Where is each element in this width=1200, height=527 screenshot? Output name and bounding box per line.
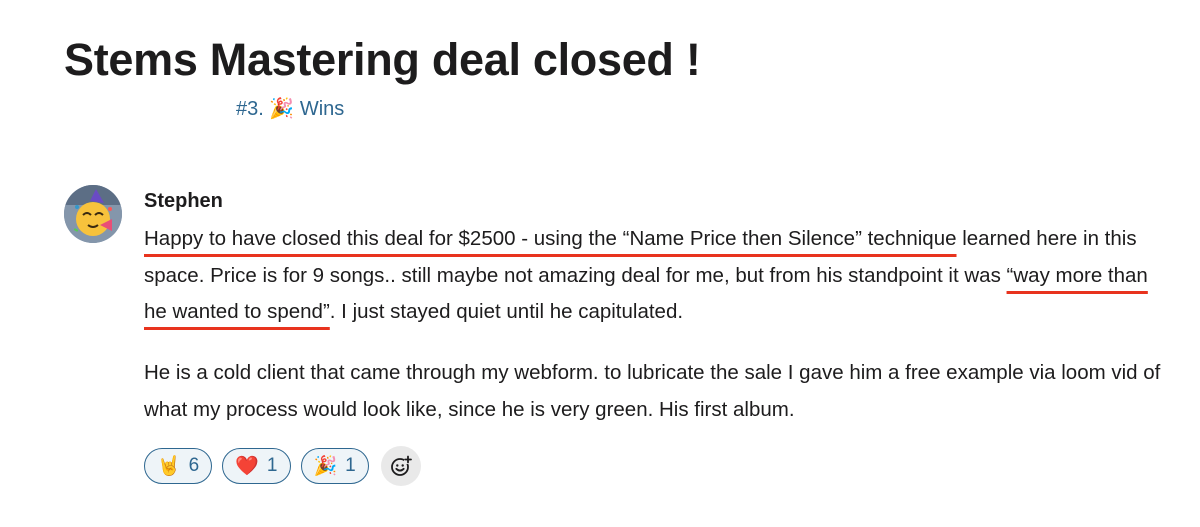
reaction-heart[interactable]: ❤️ 1 bbox=[222, 448, 291, 484]
reaction-rock-on[interactable]: 🤘 6 bbox=[144, 448, 213, 484]
channel-link[interactable]: #3. 🎉 Wins bbox=[236, 96, 344, 121]
reaction-count: 6 bbox=[188, 455, 200, 476]
add-emoji-icon bbox=[390, 455, 412, 476]
reactions-bar: 🤘 6 ❤️ 1 🎉 1 bbox=[144, 446, 421, 486]
party-face-avatar-icon bbox=[64, 185, 122, 243]
rock-on-hand-icon: 🤘 bbox=[157, 456, 181, 477]
reaction-count: 1 bbox=[266, 455, 278, 476]
reaction-count: 1 bbox=[345, 455, 356, 476]
highlighted-text: Happy to have closed this deal for $2500… bbox=[144, 227, 957, 250]
message-paragraph-2: He is a cold client that came through my… bbox=[144, 361, 1161, 421]
party-popper-icon: 🎉 bbox=[313, 456, 338, 477]
message-paragraph: Happy to have closed this deal for $2500… bbox=[144, 221, 1164, 331]
post-title: Stems Mastering deal closed ! bbox=[64, 34, 701, 85]
reaction-party[interactable]: 🎉 1 bbox=[300, 448, 369, 484]
add-reaction-button[interactable] bbox=[380, 446, 421, 486]
author-name[interactable]: Stephen bbox=[144, 190, 223, 213]
red-heart-icon: ❤️ bbox=[235, 456, 259, 477]
avatar[interactable] bbox=[64, 185, 122, 243]
message-text-end: . I just stayed quiet until he capitulat… bbox=[329, 300, 684, 323]
